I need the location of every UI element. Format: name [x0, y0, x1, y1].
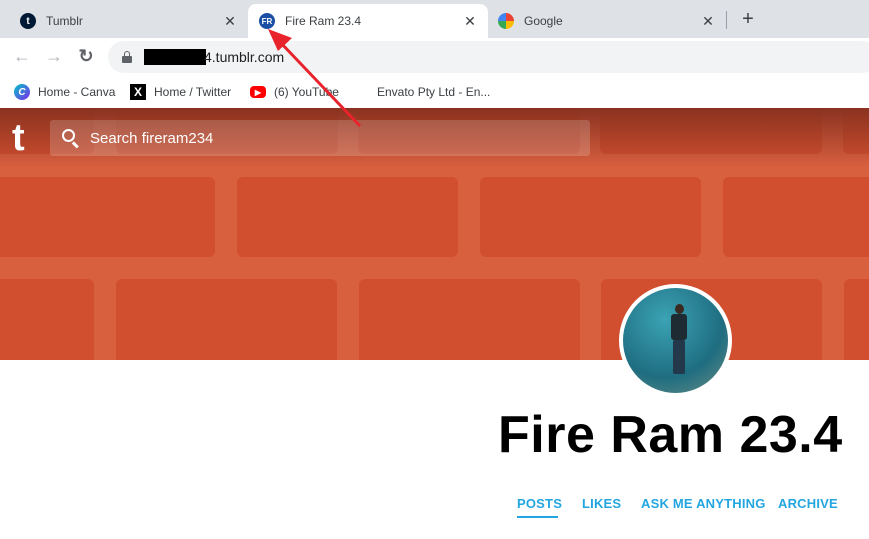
new-tab-button[interactable]: +	[738, 8, 758, 30]
blog-search-input[interactable]: Search fireram234	[50, 120, 590, 156]
tab-separator	[726, 11, 727, 29]
tumblr-icon: t	[20, 13, 36, 29]
avatar-photo	[623, 288, 728, 393]
bookmark-label: Home - Canva	[38, 85, 116, 99]
header-brick	[237, 177, 458, 257]
tab-label: Google	[524, 14, 563, 28]
youtube-icon: ▶	[250, 86, 266, 98]
close-tab-icon[interactable]: ✕	[700, 13, 716, 30]
bookmark-label: (6) YouTube	[274, 85, 339, 99]
header-brick	[723, 177, 869, 257]
reload-button[interactable]: ↻	[76, 46, 96, 66]
back-button[interactable]: ←	[12, 46, 32, 66]
x-twitter-icon: X	[130, 84, 146, 100]
tumblr-logo[interactable]: t	[12, 118, 25, 158]
bookmark-label: Home / Twitter	[154, 85, 232, 99]
fr-avatar-icon: FR	[259, 13, 275, 29]
header-brick	[480, 177, 701, 257]
header-brick	[0, 279, 94, 360]
search-placeholder: Search fireram234	[90, 129, 214, 147]
nav-posts[interactable]: POSTS	[517, 496, 562, 511]
tab-label: Fire Ram 23.4	[285, 14, 362, 28]
tab-label: Tumblr	[46, 14, 83, 28]
browser-toolbar: ← → ↻ 4.tumblr.com	[0, 38, 869, 76]
forward-button[interactable]: →	[44, 46, 64, 66]
bookmark-twitter[interactable]: X Home / Twitter	[130, 83, 231, 101]
bookmark-envato[interactable]: Envato Pty Ltd - En...	[377, 83, 490, 101]
blog-header: t Search fireram234	[0, 108, 869, 360]
nav-archive[interactable]: ARCHIVE	[778, 496, 838, 511]
search-icon	[62, 129, 80, 149]
canva-icon: C	[14, 84, 30, 100]
bookmark-canva[interactable]: C Home - Canva	[14, 83, 115, 101]
address-bar[interactable]: 4.tumblr.com	[108, 41, 869, 73]
header-brick	[116, 279, 337, 360]
url-text: 4.tumblr.com	[204, 49, 285, 65]
tab-tumblr[interactable]: t Tumblr ✕	[8, 4, 248, 38]
google-icon	[498, 13, 514, 29]
tab-google[interactable]: Google ✕	[488, 4, 724, 38]
blog-avatar[interactable]	[619, 284, 732, 397]
nav-likes[interactable]: LIKES	[582, 496, 621, 511]
nav-ask-me-anything[interactable]: ASK ME ANYTHING	[641, 496, 766, 511]
lock-icon[interactable]	[122, 51, 132, 63]
tab-strip: t Tumblr ✕ FR Fire Ram 23.4 ✕ Google ✕ +	[0, 0, 869, 38]
bookmark-youtube[interactable]: ▶ (6) YouTube	[250, 83, 339, 101]
bookmark-label: Envato Pty Ltd - En...	[377, 85, 491, 99]
header-brick	[359, 279, 580, 360]
tab-fire-ram[interactable]: FR Fire Ram 23.4 ✕	[248, 4, 488, 38]
blog-title: Fire Ram 23.4	[498, 406, 843, 464]
header-brick	[0, 177, 215, 257]
header-brick	[844, 279, 869, 360]
close-tab-icon[interactable]: ✕	[222, 13, 238, 30]
close-tab-icon[interactable]: ✕	[462, 13, 478, 30]
person-figure	[671, 304, 687, 376]
bookmarks-bar: C Home - Canva X Home / Twitter ▶ (6) Yo…	[0, 76, 869, 108]
redacted-url-part	[144, 49, 206, 65]
active-tab-underline	[517, 516, 558, 518]
